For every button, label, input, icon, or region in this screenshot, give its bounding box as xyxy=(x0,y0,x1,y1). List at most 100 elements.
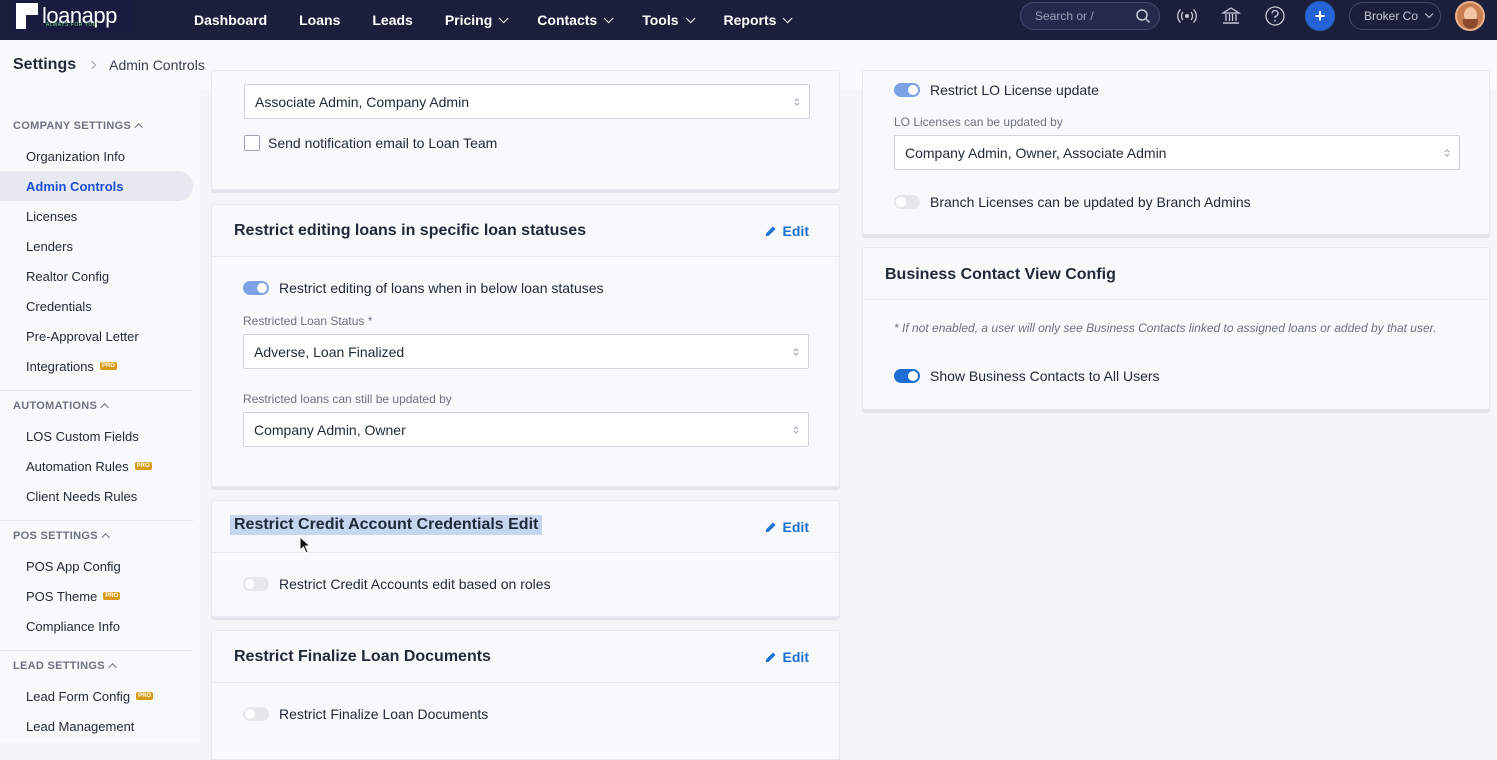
settings-sidebar: COMPANY SETTINGS Organization Info Admin… xyxy=(0,90,200,742)
card-lo-license: Restrict LO License update LO Licenses c… xyxy=(862,70,1490,235)
sidebar-item-organization-info[interactable]: Organization Info xyxy=(0,141,193,171)
sidebar-item-licenses[interactable]: Licenses xyxy=(0,201,193,231)
chevron-up-icon xyxy=(101,533,110,542)
card-header: Restrict editing loans in specific loan … xyxy=(212,205,839,257)
lo-licenses-field-label: LO Licenses can be updated by xyxy=(894,115,1063,129)
main-menu: Dashboard Loans Leads Pricing Contacts T… xyxy=(194,0,821,40)
sidebar-divider xyxy=(0,390,193,391)
chevron-up-icon xyxy=(100,403,110,412)
section-pos-settings[interactable]: POS SETTINGS xyxy=(13,530,110,542)
card-header: Restrict Finalize Loan Documents Edit xyxy=(212,631,839,683)
sidebar-item-client-needs-rules[interactable]: Client Needs Rules xyxy=(0,481,193,511)
sidebar-item-realtor-config[interactable]: Realtor Config xyxy=(0,261,193,291)
restrict-finalize-label: Restrict Finalize Loan Documents xyxy=(279,706,489,722)
branch-licenses-label: Branch Licenses can be updated by Branch… xyxy=(930,194,1251,210)
card-restrict-credit-accounts: Restrict Credit Account Credentials Edit… xyxy=(211,500,840,617)
restrict-statuses-label: Restrict editing of loans when in below … xyxy=(279,280,604,296)
restrict-credit-toggle[interactable] xyxy=(243,577,269,591)
pencil-icon xyxy=(765,652,776,662)
pencil-icon xyxy=(765,522,776,532)
bank-icon[interactable] xyxy=(1220,5,1242,27)
card-title: Restrict Credit Account Credentials Edit xyxy=(230,515,543,535)
broadcast-icon[interactable] xyxy=(1176,5,1198,27)
notify-roles-select[interactable]: Associate Admin, Company Admin xyxy=(244,84,810,119)
pro-badge: PRO xyxy=(134,462,152,470)
top-nav: loanapp ALWAYS FOR YOU Dashboard Loans L… xyxy=(0,0,1497,40)
sidebar-item-lenders[interactable]: Lenders xyxy=(0,231,193,261)
sidebar-item-automation-rules[interactable]: Automation Rules PRO xyxy=(0,451,193,481)
chevron-up-icon xyxy=(108,663,117,672)
brand-logo[interactable]: loanapp ALWAYS FOR YOU xyxy=(12,0,133,32)
edit-button[interactable]: Edit xyxy=(765,649,809,665)
chevron-down-icon xyxy=(603,12,614,23)
card-restrict-finalize: Restrict Finalize Loan Documents Edit Re… xyxy=(211,630,840,760)
nav-tools[interactable]: Tools xyxy=(642,12,696,28)
restricted-status-label: Restricted Loan Status * xyxy=(243,314,373,328)
sidebar-divider xyxy=(0,520,193,521)
sidebar-divider xyxy=(0,650,193,651)
updatable-by-label: Restricted loans can still be updated by xyxy=(243,392,452,406)
sidebar-item-pos-theme[interactable]: POS Theme PRO xyxy=(0,581,193,611)
sidebar-item-pre-approval-letter[interactable]: Pre-Approval Letter xyxy=(0,321,193,351)
sidebar-item-integrations[interactable]: Integrations PRO xyxy=(0,351,193,381)
edit-button[interactable]: Edit xyxy=(765,519,809,535)
card-business-contact: Business Contact View Config * If not en… xyxy=(862,247,1490,410)
avatar[interactable] xyxy=(1455,1,1485,31)
restricted-status-select[interactable]: Adverse, Loan Finalized xyxy=(243,334,809,369)
pro-badge: PRO xyxy=(99,362,117,370)
chevron-down-icon xyxy=(498,12,509,23)
select-arrows-icon xyxy=(794,98,800,106)
sidebar-item-compliance-info[interactable]: Compliance Info xyxy=(0,611,193,641)
select-arrows-icon xyxy=(793,426,799,434)
card-header: Business Contact View Config xyxy=(863,248,1489,300)
chevron-down-icon xyxy=(783,12,793,23)
select-arrows-icon xyxy=(793,348,799,356)
edit-button[interactable]: Edit xyxy=(765,223,809,239)
restrict-lo-license-toggle[interactable] xyxy=(894,83,920,97)
card-restrict-loan-statuses: Restrict editing loans in specific loan … xyxy=(211,204,840,487)
lo-licenses-select[interactable]: Company Admin, Owner, Associate Admin xyxy=(894,135,1460,170)
search-input[interactable]: Search or / xyxy=(1020,2,1160,30)
restrict-credit-label: Restrict Credit Accounts edit based on r… xyxy=(279,576,551,592)
company-switcher[interactable]: Broker Co xyxy=(1349,2,1441,30)
brand-tagline: ALWAYS FOR YOU xyxy=(46,22,97,28)
add-button[interactable]: + xyxy=(1305,1,1335,31)
pro-badge: PRO xyxy=(136,692,154,700)
branch-licenses-toggle[interactable] xyxy=(894,195,920,209)
logo-mark-icon xyxy=(16,3,38,29)
sidebar-item-los-custom-fields[interactable]: LOS Custom Fields xyxy=(0,421,193,451)
updatable-by-select[interactable]: Company Admin, Owner xyxy=(243,412,809,447)
sidebar-item-lead-form-config[interactable]: Lead Form Config PRO xyxy=(0,681,193,711)
mouse-pointer-icon xyxy=(299,536,311,554)
breadcrumb-current: Admin Controls xyxy=(109,57,205,73)
sidebar-item-lead-management[interactable]: Lead Management xyxy=(0,711,193,741)
nav-pricing[interactable]: Pricing xyxy=(445,12,509,28)
chevron-up-icon xyxy=(134,123,143,132)
section-automations[interactable]: AUTOMATIONS xyxy=(13,400,110,412)
sidebar-item-credentials[interactable]: Credentials xyxy=(0,291,193,321)
select-arrows-icon xyxy=(1444,149,1450,157)
chevron-right-icon xyxy=(87,60,97,70)
nav-leads[interactable]: Leads xyxy=(372,12,412,28)
nav-dashboard[interactable]: Dashboard xyxy=(194,12,267,28)
card-title: Restrict Finalize Loan Documents xyxy=(234,648,491,665)
nav-reports[interactable]: Reports xyxy=(724,12,793,28)
show-contacts-toggle[interactable] xyxy=(894,369,920,383)
chevron-down-icon xyxy=(685,12,696,23)
nav-loans[interactable]: Loans xyxy=(299,12,340,28)
restrict-statuses-toggle[interactable] xyxy=(243,281,269,295)
chevron-down-icon xyxy=(1424,9,1434,19)
nav-contacts[interactable]: Contacts xyxy=(537,12,614,28)
pencil-icon xyxy=(765,226,776,236)
restrict-finalize-toggle[interactable] xyxy=(243,707,269,721)
notify-loan-team-checkbox[interactable] xyxy=(244,135,260,151)
search-placeholder: Search or / xyxy=(1035,9,1094,23)
business-contact-note: * If not enabled, a user will only see B… xyxy=(894,321,1437,335)
section-company-settings[interactable]: COMPANY SETTINGS xyxy=(13,120,143,132)
card-title: Restrict editing loans in specific loan … xyxy=(234,222,587,239)
help-icon[interactable] xyxy=(1264,5,1286,27)
sidebar-item-pos-app-config[interactable]: POS App Config xyxy=(0,551,193,581)
section-lead-settings[interactable]: LEAD SETTINGS xyxy=(13,660,117,672)
breadcrumb-settings[interactable]: Settings xyxy=(13,56,76,74)
sidebar-item-admin-controls[interactable]: Admin Controls xyxy=(0,171,193,201)
